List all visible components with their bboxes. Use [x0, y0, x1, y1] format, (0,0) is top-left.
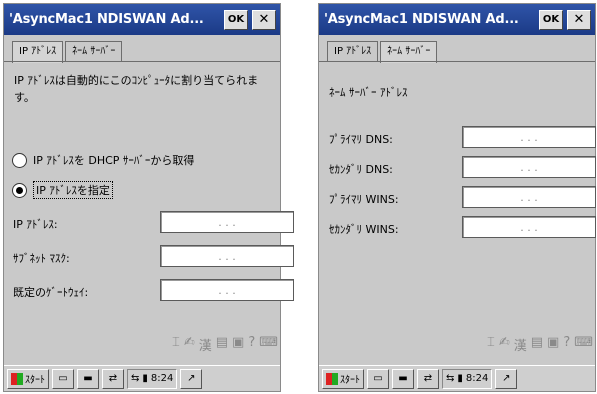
secondary-dns-input[interactable]: . . .	[462, 156, 596, 178]
radio-dhcp[interactable]	[12, 152, 27, 168]
help-icon[interactable]: ?	[563, 335, 570, 355]
tab-ip-address[interactable]: IP ｱﾄﾞﾚｽ	[327, 41, 379, 61]
right-screen: 'AsyncMac1 NDISWAN Ad... OK ✕ IP ｱﾄﾞﾚｽ ﾈ…	[318, 3, 596, 392]
title-bar: 'AsyncMac1 NDISWAN Ad... OK ✕	[4, 4, 280, 35]
app-icon[interactable]: ▬	[392, 368, 414, 389]
title-bar: 'AsyncMac1 NDISWAN Ad... OK ✕	[319, 4, 595, 35]
windows-flag-icon	[326, 372, 338, 385]
system-tray: ⇆ ▮ 8:24	[127, 368, 178, 389]
tab-ip-address[interactable]: IP ｱﾄﾞﾚｽ	[12, 41, 64, 63]
cursor-icon[interactable]: ⌶	[487, 335, 495, 355]
sip-icon[interactable]: ↗	[180, 368, 203, 389]
desktop-icon[interactable]: ▭	[367, 368, 389, 389]
secondary-wins-dots: . . .	[520, 220, 538, 234]
radio-specify[interactable]	[12, 182, 27, 198]
gateway-label: 既定のｹﾞｰﾄｳｪｲ:	[13, 286, 89, 299]
secondary-wins-input[interactable]: . . .	[462, 216, 596, 238]
clock[interactable]: 8:24	[466, 373, 488, 384]
help-icon[interactable]: ?	[248, 335, 255, 355]
radio-dhcp-label: IP ｱﾄﾞﾚｽを DHCP ｻｰﾊﾞｰから取得	[33, 154, 195, 167]
primary-dns-dots: . . .	[520, 130, 538, 144]
keyboard-icon[interactable]: ⌨	[259, 335, 278, 355]
ip-address-input[interactable]: . . .	[160, 211, 294, 233]
start-label: ｽﾀｰﾄ	[340, 375, 360, 386]
windows-flag-icon	[11, 372, 23, 385]
radio-specify-label: IP ｱﾄﾞﾚｽを指定	[33, 181, 113, 199]
secondary-wins-label: ｾｶﾝﾀﾞﾘ WINS:	[329, 223, 399, 236]
close-button[interactable]: ✕	[252, 10, 276, 30]
kanji-icon[interactable]: 漢	[514, 335, 527, 355]
tab-name-server[interactable]: ﾈｰﾑ ｻｰﾊﾞｰ	[65, 41, 123, 61]
clipboard-icon[interactable]: ▣	[232, 335, 244, 355]
battery-icon[interactable]: ▮	[142, 373, 148, 384]
battery-icon[interactable]: ▮	[457, 373, 463, 384]
tab-strip: IP ｱﾄﾞﾚｽ ﾈｰﾑ ｻｰﾊﾞｰ	[327, 41, 439, 63]
keyboard-icon[interactable]: ⌨	[574, 335, 593, 355]
tab-name-server[interactable]: ﾈｰﾑ ｻｰﾊﾞｰ	[380, 41, 438, 63]
clock[interactable]: 8:24	[151, 373, 173, 384]
subnet-mask-input[interactable]: . . .	[160, 245, 294, 267]
start-button[interactable]: ｽﾀｰﾄ	[7, 368, 49, 389]
tool-icon[interactable]: ▤	[531, 335, 543, 355]
left-screen: 'AsyncMac1 NDISWAN Ad... OK ✕ IP ｱﾄﾞﾚｽ ﾈ…	[3, 3, 294, 392]
primary-dns-label: ﾌﾟﾗｲﾏﾘ DNS:	[329, 133, 393, 146]
tab-divider	[4, 61, 280, 62]
network-icon[interactable]: ⇄	[417, 368, 439, 389]
radio-specify-row[interactable]: IP ｱﾄﾞﾚｽを指定	[12, 180, 113, 200]
radio-dhcp-row[interactable]: IP ｱﾄﾞﾚｽを DHCP ｻｰﾊﾞｰから取得	[12, 150, 194, 170]
tool-icon[interactable]: ▤	[216, 335, 228, 355]
pen-icon[interactable]: ✍	[499, 335, 510, 355]
gateway-input[interactable]: . . .	[160, 279, 294, 301]
connection-icon[interactable]: ⇆	[131, 373, 139, 384]
ip-address-label: IP ｱﾄﾞﾚｽ:	[13, 218, 58, 231]
app-icon[interactable]: ▬	[77, 368, 99, 389]
ok-button[interactable]: OK	[224, 10, 248, 30]
section-label: ﾈｰﾑ ｻｰﾊﾞｰ ｱﾄﾞﾚｽ	[329, 86, 408, 99]
start-label: ｽﾀｰﾄ	[25, 375, 45, 386]
connection-icon[interactable]: ⇆	[446, 373, 454, 384]
primary-wins-input[interactable]: . . .	[462, 186, 596, 208]
subnet-mask-dots: . . .	[218, 249, 236, 263]
cursor-icon[interactable]: ⌶	[172, 335, 180, 355]
primary-wins-dots: . . .	[520, 190, 538, 204]
sip-icon[interactable]: ↗	[495, 368, 518, 389]
secondary-dns-label: ｾｶﾝﾀﾞﾘ DNS:	[329, 163, 393, 176]
ip-address-dots: . . .	[218, 215, 236, 229]
pen-icon[interactable]: ✍	[184, 335, 195, 355]
system-tray: ⇆ ▮ 8:24	[442, 368, 493, 389]
description-text: IP ｱﾄﾞﾚｽは自動的にこのｺﾝﾋﾟｭｰﾀに割り当てられます。	[14, 74, 259, 104]
ok-button[interactable]: OK	[539, 10, 563, 30]
primary-wins-label: ﾌﾟﾗｲﾏﾘ WINS:	[329, 193, 399, 206]
input-toolbar: ⌶ ✍ 漢 ▤ ▣ ? ⌨	[172, 335, 278, 355]
network-icon[interactable]: ⇄	[102, 368, 124, 389]
taskbar: ｽﾀｰﾄ ▭ ▬ ⇄ ⇆ ▮ 8:24 ↗	[319, 365, 595, 391]
tab-divider	[319, 61, 595, 62]
tab-strip: IP ｱﾄﾞﾚｽ ﾈｰﾑ ｻｰﾊﾞｰ	[12, 41, 124, 63]
close-button[interactable]: ✕	[567, 10, 591, 30]
secondary-dns-dots: . . .	[520, 160, 538, 174]
window-title: 'AsyncMac1 NDISWAN Ad...	[324, 12, 519, 27]
window-title: 'AsyncMac1 NDISWAN Ad...	[9, 12, 204, 27]
gateway-dots: . . .	[218, 283, 236, 297]
desktop-icon[interactable]: ▭	[52, 368, 74, 389]
primary-dns-input[interactable]: . . .	[462, 126, 596, 148]
input-toolbar: ⌶ ✍ 漢 ▤ ▣ ? ⌨	[487, 335, 593, 355]
taskbar: ｽﾀｰﾄ ▭ ▬ ⇄ ⇆ ▮ 8:24 ↗	[4, 365, 280, 391]
start-button[interactable]: ｽﾀｰﾄ	[322, 368, 364, 389]
clipboard-icon[interactable]: ▣	[547, 335, 559, 355]
kanji-icon[interactable]: 漢	[199, 335, 212, 355]
subnet-mask-label: ｻﾌﾞﾈｯﾄ ﾏｽｸ:	[13, 252, 70, 265]
